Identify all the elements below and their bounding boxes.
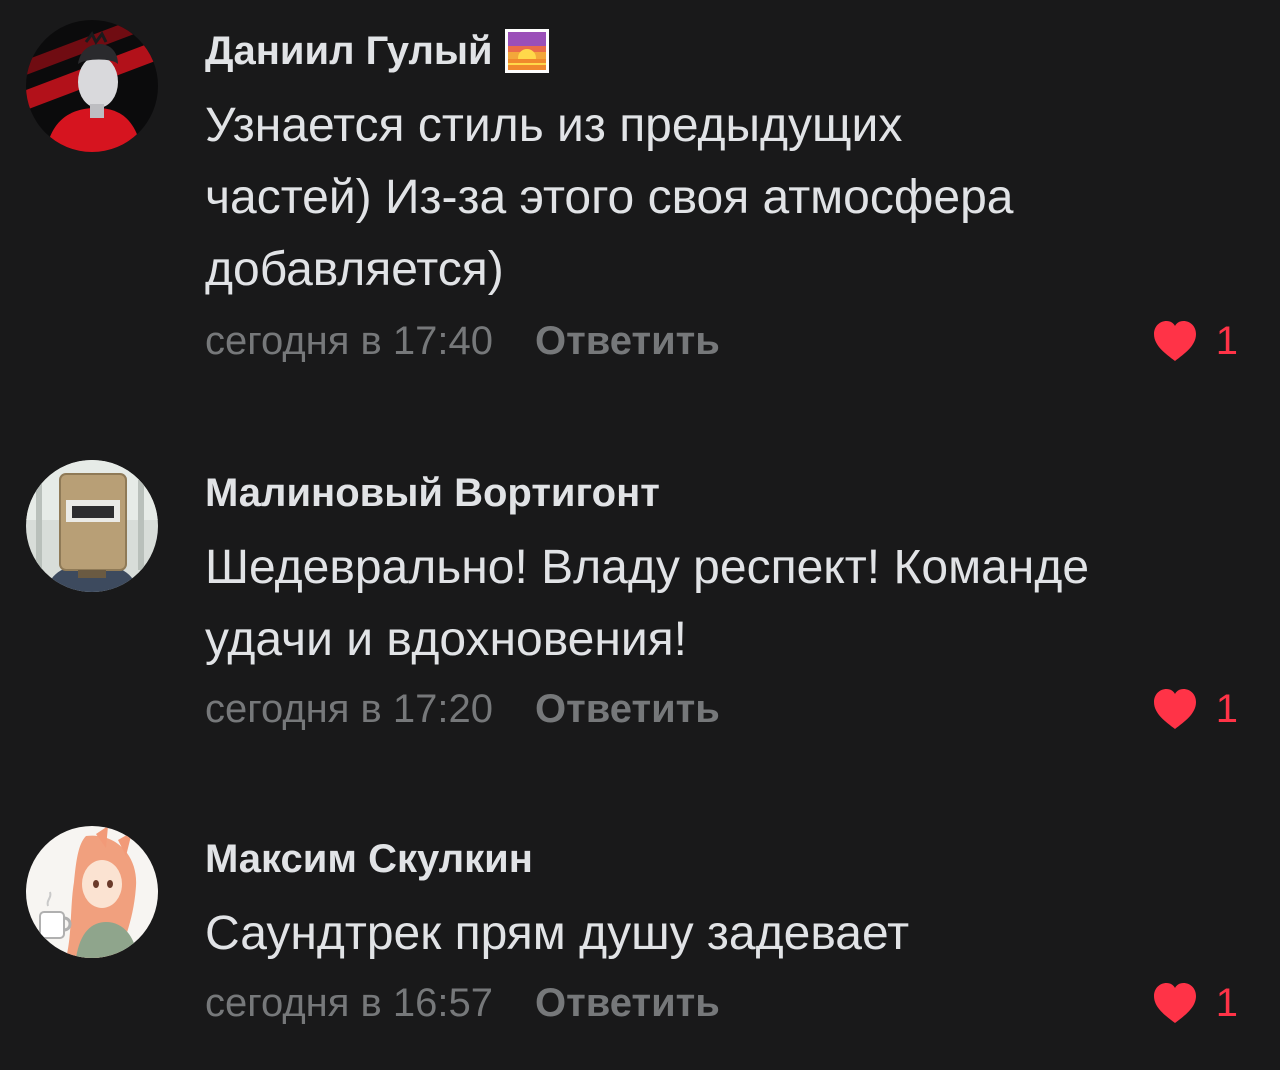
comment-text: Саундтрек прям душу задевает [205,898,1265,970]
avatar-welding-mask-icon [26,460,158,592]
avatar[interactable] [26,20,158,152]
comment-time: сегодня в 17:20 [205,687,493,731]
reply-button[interactable]: Ответить [535,687,720,731]
comment-text-line: Саундтрек прям душу задевает [205,907,910,960]
like-count: 1 [1215,981,1238,1025]
avatar-anime-girl-icon [26,826,158,958]
comment-time: сегодня в 17:40 [205,319,493,363]
comment-text-line: добавляется) [205,243,504,296]
comment-meta: сегодня в 17:40 Ответить [205,316,720,366]
comment-text-line: Шедеврально! Владу респект! Команде [205,541,1090,594]
comment-author[interactable]: Даниил Гулый [205,26,549,76]
author-name: Максим Скулкин [205,837,533,881]
comment-author[interactable]: Малиновый Вортигонт [205,468,660,518]
comment-author[interactable]: Максим Скулкин [205,834,533,884]
like-count: 1 [1215,687,1238,731]
comment-text-line: Узнается стиль из предыдущих [205,99,903,152]
like-button[interactable]: 1 [1152,978,1238,1028]
avatar[interactable] [26,826,158,958]
author-name: Даниил Гулый [205,29,493,73]
like-button[interactable]: 1 [1152,316,1238,366]
comment-time: сегодня в 16:57 [205,981,493,1025]
comment-text: Узнается стиль из предыдущих частей) Из-… [205,90,1265,306]
author-name: Малиновый Вортигонт [205,471,660,515]
avatar-red-portrait-icon [26,20,158,152]
reply-button[interactable]: Ответить [535,981,720,1025]
heart-icon [1153,689,1196,729]
like-button[interactable]: 1 [1152,684,1238,734]
comment-meta: сегодня в 16:57 Ответить [205,978,720,1028]
reply-button[interactable]: Ответить [535,319,720,363]
comment-text-line: удачи и вдохновения! [205,613,687,666]
heart-icon [1153,321,1196,361]
comment-meta: сегодня в 17:20 Ответить [205,684,720,734]
comment-text: Шедеврально! Владу респект! Команде удач… [205,532,1265,676]
like-count: 1 [1215,319,1238,363]
comment-text-line: частей) Из-за этого своя атмосфера [205,171,1014,224]
heart-icon [1153,983,1196,1023]
avatar[interactable] [26,460,158,592]
sunrise-emoji-icon [504,29,549,73]
